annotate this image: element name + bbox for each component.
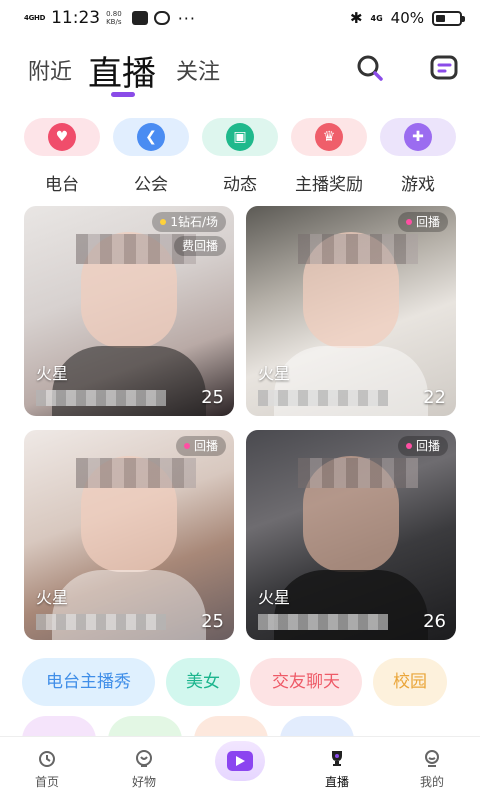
bottom-nav: 首页 好物 直播 我的 [0, 736, 480, 800]
tab-follow[interactable]: 关注 [176, 54, 220, 86]
profile-icon [421, 747, 443, 769]
active-tab-indicator [111, 92, 135, 97]
video-camera-icon [227, 751, 253, 771]
category-label: 游戏 [401, 175, 435, 195]
network-speed: 0.80 KB/s [106, 10, 122, 26]
replay-badge: 回播 [397, 436, 448, 456]
face-mosaic [298, 458, 418, 488]
category-feed[interactable]: ▣ 动态 [202, 118, 278, 195]
battery-percent: 40% [390, 9, 424, 27]
price-badge: 1钻石/场 [152, 212, 226, 232]
live-trophy-icon [326, 747, 348, 769]
stream-location: 火星 [36, 364, 69, 383]
tag-chip-partial[interactable] [22, 716, 96, 738]
search-button[interactable] [354, 52, 386, 84]
viewer-count: 22 [423, 387, 446, 408]
stream-location: 火星 [258, 364, 291, 383]
feed-icon: ▣ [226, 123, 254, 151]
viewer-count: 26 [423, 611, 446, 632]
stream-card[interactable]: 回播 火星 26 [246, 430, 456, 640]
tag-chip[interactable]: 电台主播秀 [22, 658, 155, 706]
face-mosaic [298, 234, 418, 264]
tag-chip[interactable]: 交友聊天 [250, 658, 362, 706]
category-pill: ❮ [113, 118, 189, 156]
category-label: 主播奖励 [295, 175, 363, 195]
status-bar: 4GHD 11:23 0.80 KB/s ··· ✱ 4G 40% [0, 0, 480, 36]
top-nav: 附近 直播 关注 [0, 40, 480, 100]
category-label: 动态 [223, 175, 257, 195]
name-mosaic [36, 614, 166, 630]
tag-chip-partial[interactable] [194, 716, 268, 738]
trophy-icon: ♛ [315, 123, 343, 151]
tab-nearby[interactable]: 附近 [28, 54, 72, 86]
category-label: 公会 [134, 175, 168, 195]
category-row: ♥ 电台 ❮ 公会 ▣ 动态 ♛ 主播奖励 ✚ 游戏 [0, 118, 480, 198]
category-rewards[interactable]: ♛ 主播奖励 [291, 118, 367, 195]
category-radio[interactable]: ♥ 电台 [24, 118, 100, 195]
stream-location: 火星 [258, 588, 291, 607]
notification-app-icon [131, 11, 148, 25]
category-pill: ♥ [24, 118, 100, 156]
stream-card[interactable]: 回播 火星 22 [246, 206, 456, 416]
nav-label: 好物 [131, 775, 156, 789]
tag-chip-partial[interactable] [108, 716, 182, 738]
tag-chip[interactable]: 校园 [373, 658, 447, 706]
name-mosaic [258, 614, 388, 630]
more-notifications-icon: ··· [177, 8, 196, 28]
message-icon [430, 55, 458, 80]
stream-card[interactable]: 回播 火星 25 [24, 430, 234, 640]
battery-icon [432, 10, 465, 26]
stream-location: 火星 [36, 588, 69, 607]
nav-label: 首页 [34, 775, 59, 789]
nav-me[interactable]: 我的 [397, 737, 467, 800]
viewer-count: 25 [201, 611, 224, 632]
replay-badge: 费回播 [173, 236, 226, 256]
home-icon [36, 747, 58, 769]
signal-label: 4G [370, 13, 383, 23]
nav-label: 我的 [419, 775, 444, 789]
game-icon: ✚ [404, 123, 432, 151]
clock: 11:23 [51, 8, 101, 28]
message-button[interactable] [428, 52, 460, 84]
category-pill: ▣ [202, 118, 278, 156]
name-mosaic [258, 390, 388, 406]
tag-chips: 电台主播秀 美女 交友聊天 校园 [0, 658, 480, 738]
tag-chip-partial[interactable] [280, 716, 354, 738]
face-mosaic [76, 458, 196, 488]
battery-fill [436, 14, 445, 22]
tab-live[interactable]: 直播 [88, 46, 156, 95]
goods-icon [133, 747, 155, 769]
nav-home[interactable]: 首页 [12, 737, 82, 800]
wechat-icon [153, 11, 170, 25]
tag-chip[interactable]: 美女 [166, 658, 240, 706]
category-guild[interactable]: ❮ 公会 [113, 118, 189, 195]
go-live-button[interactable] [215, 741, 265, 781]
viewer-count: 25 [201, 387, 224, 408]
replay-badge: 回播 [175, 436, 226, 456]
category-pill: ✚ [380, 118, 456, 156]
speed-value: 0.80 [106, 10, 122, 18]
speed-unit: KB/s [106, 18, 122, 26]
search-icon [357, 55, 383, 81]
bluetooth-icon: ✱ [349, 9, 363, 27]
status-right: ✱ 4G 40% [349, 9, 465, 27]
nav-label: 直播 [324, 775, 349, 789]
category-pill: ♛ [291, 118, 367, 156]
category-games[interactable]: ✚ 游戏 [380, 118, 456, 195]
category-label: 电台 [45, 175, 79, 195]
radio-heart-icon: ♥ [48, 123, 76, 151]
name-mosaic [36, 390, 166, 406]
status-left: 4GHD 11:23 0.80 KB/s ··· [24, 8, 196, 28]
nav-goods[interactable]: 好物 [109, 737, 179, 800]
network-type: 4GHD [24, 14, 46, 22]
stream-card[interactable]: 1钻石/场 费回播 火星 25 [24, 206, 234, 416]
nav-live[interactable]: 直播 [302, 737, 372, 800]
replay-badge: 回播 [397, 212, 448, 232]
wing-icon: ❮ [137, 123, 165, 151]
